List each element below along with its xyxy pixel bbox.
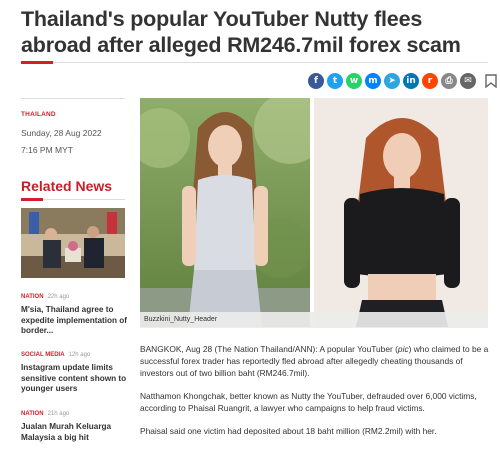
bookmark-icon[interactable] bbox=[485, 74, 497, 88]
headline-accent-bar bbox=[21, 61, 53, 64]
related-accent-bar bbox=[21, 198, 43, 201]
email-icon[interactable]: ✉ bbox=[460, 73, 476, 89]
related-item[interactable]: NATION 21h ago Jualan Murah Keluarga Mala… bbox=[21, 402, 127, 443]
whatsapp-icon[interactable]: w bbox=[346, 73, 362, 89]
article-headline: Thailand's popular YouTuber Nutty flees … bbox=[21, 7, 461, 57]
article-photo-left[interactable] bbox=[140, 98, 310, 327]
publish-time: 7:16 PM MYT bbox=[21, 145, 73, 155]
article-paragraph: Phaisal said one victim had deposited ab… bbox=[140, 426, 437, 436]
messenger-icon[interactable]: m bbox=[365, 73, 381, 89]
image-caption: Buzzkini_Nutty_Header bbox=[140, 312, 488, 328]
article-photo-right[interactable] bbox=[314, 98, 488, 327]
related-category[interactable]: NATION bbox=[21, 411, 44, 417]
article-paragraph: Natthamon Khongchak, better known as Nut… bbox=[140, 391, 477, 413]
related-category[interactable]: SOCIAL MEDIA bbox=[21, 352, 65, 358]
headline-divider bbox=[21, 62, 488, 63]
section-tag[interactable]: THAILAND bbox=[21, 111, 125, 118]
related-headline[interactable]: Instagram update limits sensitive conten… bbox=[21, 363, 127, 395]
related-time: 22h ago bbox=[47, 294, 70, 300]
related-time: 12h ago bbox=[68, 352, 91, 358]
reddit-icon[interactable]: r bbox=[422, 73, 438, 89]
related-thumbnail[interactable] bbox=[21, 208, 125, 278]
linkedin-icon[interactable]: in bbox=[403, 73, 419, 89]
article-meta: THAILAND Sunday, 28 Aug 2022 7:16 PM MYT bbox=[21, 98, 125, 155]
related-news-heading: Related News bbox=[21, 178, 113, 194]
related-time: 21h ago bbox=[47, 411, 70, 417]
related-headline[interactable]: M'sia, Thailand agree to expedite implem… bbox=[21, 305, 127, 337]
article-body: BANGKOK, Aug 28 (The Nation Thailand/ANN… bbox=[140, 343, 490, 448]
related-item[interactable]: SOCIAL MEDIA 12h ago Instagram update lim… bbox=[21, 343, 127, 395]
telegram-icon[interactable]: ➤ bbox=[384, 73, 400, 89]
twitter-icon[interactable]: t bbox=[327, 73, 343, 89]
related-headline[interactable]: Jualan Murah Keluarga Malaysia a big hit bbox=[21, 422, 127, 443]
related-category[interactable]: NATION bbox=[21, 294, 44, 300]
article-paragraph: BANGKOK, Aug 28 (The Nation Thailand/ANN… bbox=[140, 344, 489, 378]
share-bar: f t w m ➤ in r ⎙ ✉ bbox=[308, 71, 497, 91]
facebook-icon[interactable]: f bbox=[308, 73, 324, 89]
related-item[interactable]: NATION 22h ago M'sia, Thailand agree to e… bbox=[21, 285, 127, 337]
print-icon[interactable]: ⎙ bbox=[441, 73, 457, 89]
meta-divider bbox=[21, 98, 125, 99]
publish-date: Sunday, 28 Aug 2022 bbox=[21, 128, 102, 138]
